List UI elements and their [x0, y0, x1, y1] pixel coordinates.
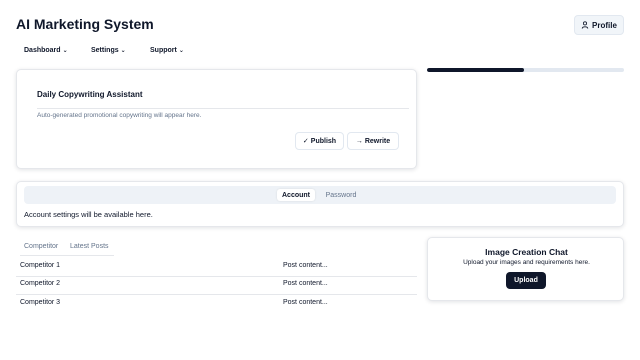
upload-button[interactable]: Upload: [506, 272, 546, 289]
app-header: AI Marketing System Profile: [0, 0, 640, 46]
tab-competitor[interactable]: Competitor: [24, 243, 58, 250]
arrow-right-icon: →: [355, 137, 363, 145]
post-content: Post content...: [283, 280, 328, 287]
chevron-down-icon: ⌄: [62, 48, 68, 54]
post-content: Post content...: [283, 299, 328, 306]
copywriting-card: Daily Copywriting Assistant Auto-generat…: [16, 69, 417, 169]
nav-item-label: Settings: [91, 47, 119, 54]
competitor-name: Competitor 3: [20, 299, 61, 306]
copywriting-title: Daily Copywriting Assistant: [37, 90, 143, 99]
image-chat-card: Image Creation Chat Upload your images a…: [427, 237, 624, 301]
account-settings-card: Account Password Account settings will b…: [16, 181, 624, 227]
image-chat-title: Image Creation Chat: [485, 247, 568, 257]
tab-account[interactable]: Account: [277, 189, 315, 201]
nav-item-label: Support: [150, 47, 177, 54]
chevron-down-icon: ⌄: [120, 48, 126, 54]
progress-fill: [427, 68, 524, 72]
publish-label: Publish: [310, 137, 337, 145]
publish-button[interactable]: ✓ Publish: [295, 132, 344, 150]
nav-item-label: Dashboard: [24, 47, 61, 54]
nav-item-dashboard[interactable]: Dashboard ⌄: [24, 47, 68, 54]
profile-label: Profile: [592, 20, 617, 30]
tab-password[interactable]: Password: [322, 189, 360, 201]
settings-tabs: Account Password: [24, 186, 616, 204]
account-settings-text: Account settings will be available here.: [24, 210, 153, 219]
competitor-name: Competitor 1: [20, 262, 61, 269]
user-icon: [581, 21, 589, 29]
table-row: Competitor 2 Post content...: [16, 277, 417, 295]
divider: [37, 108, 409, 109]
row-divider: [16, 294, 417, 295]
profile-button[interactable]: Profile: [574, 15, 624, 35]
post-content: Post content...: [283, 262, 328, 269]
rewrite-button[interactable]: → Rewrite: [347, 132, 399, 150]
tab-latest-posts[interactable]: Latest Posts: [70, 243, 109, 250]
nav-item-settings[interactable]: Settings ⌄: [91, 47, 126, 54]
rewrite-label: Rewrite: [364, 137, 391, 145]
competitor-tabs: Competitor Latest Posts: [20, 240, 114, 256]
table-row: Competitor 3 Post content...: [16, 296, 417, 314]
check-icon: ✓: [302, 138, 309, 145]
table-row: Competitor 1 Post content...: [16, 259, 417, 277]
progress-bar: [427, 68, 624, 72]
copywriting-description: Auto-generated promotional copywriting w…: [37, 112, 202, 119]
nav-item-support[interactable]: Support ⌄: [150, 47, 184, 54]
chevron-down-icon: ⌄: [178, 48, 184, 54]
competitor-name: Competitor 2: [20, 280, 61, 287]
image-chat-subtitle: Upload your images and requirements here…: [463, 259, 590, 266]
app-title: AI Marketing System: [16, 16, 154, 32]
